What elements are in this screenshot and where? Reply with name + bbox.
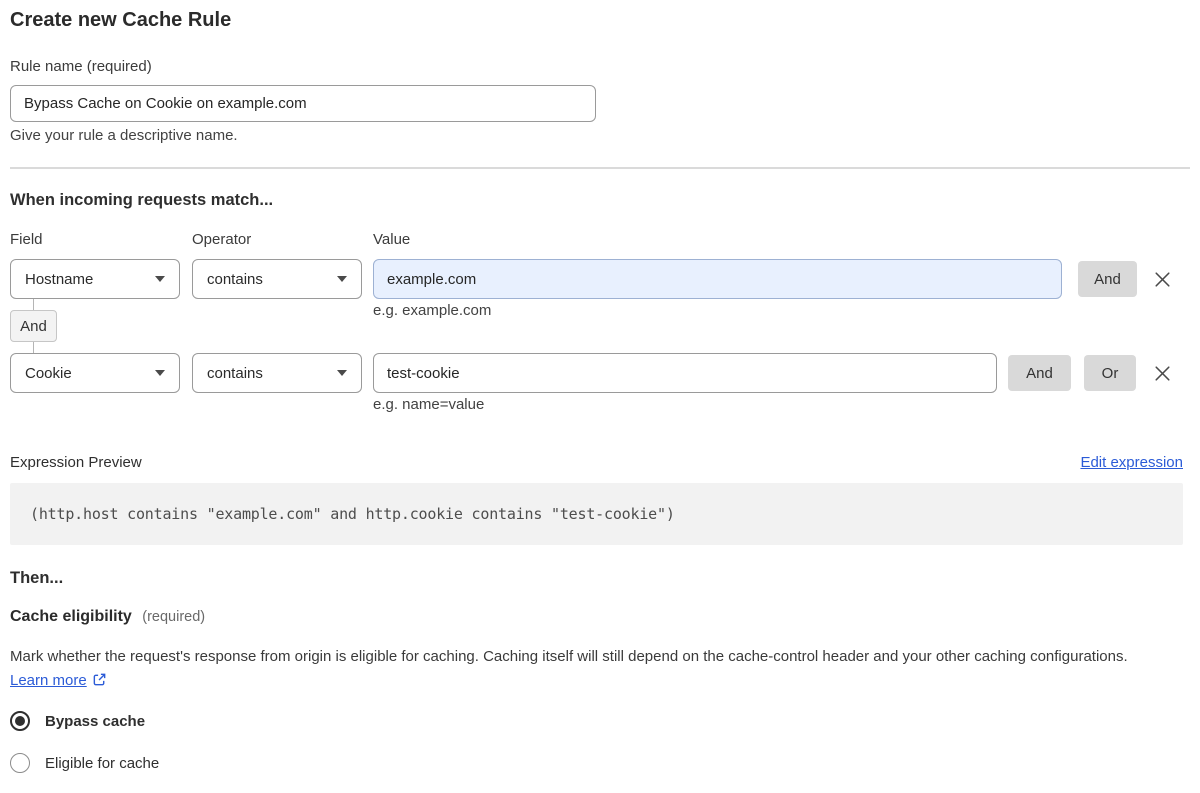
chevron-down-icon <box>337 370 347 376</box>
and-connector: And <box>10 310 57 342</box>
radio-option-bypass-cache[interactable]: Bypass cache <box>10 711 145 731</box>
radio-eligible-for-cache-label: Eligible for cache <box>45 754 160 772</box>
expression-code: (http.host contains "example.com" and ht… <box>30 505 675 523</box>
field-select-row1[interactable]: Hostname <box>10 259 180 299</box>
remove-condition-button-row2[interactable] <box>1150 362 1174 384</box>
connector-line-top <box>33 299 34 310</box>
add-and-condition-button-row2[interactable]: And <box>1008 355 1071 391</box>
rule-name-label: Rule name (required) <box>10 58 152 75</box>
radio-eligible-for-cache[interactable] <box>10 753 30 773</box>
connector-line-bottom <box>33 342 34 353</box>
edit-expression-link[interactable]: Edit expression <box>1080 454 1183 471</box>
learn-more-link[interactable]: Learn more <box>10 672 107 689</box>
learn-more-label: Learn more <box>10 672 87 689</box>
field-select-row2-value: Cookie <box>25 364 72 382</box>
external-link-icon <box>93 673 106 686</box>
section-divider <box>10 167 1190 169</box>
value-input-row2[interactable] <box>373 353 997 393</box>
description-text: Mark whether the request's response from… <box>10 648 1128 665</box>
radio-selected-dot <box>15 716 25 726</box>
cache-eligibility-heading: Cache eligibility (required) <box>10 608 205 626</box>
column-label-operator: Operator <box>192 231 252 248</box>
value-input-row1[interactable] <box>373 259 1062 299</box>
add-and-condition-button-row1[interactable]: And <box>1078 261 1137 297</box>
cache-eligibility-heading-text: Cache eligibility <box>10 608 132 625</box>
operator-select-row2[interactable]: contains <box>192 353 362 393</box>
operator-select-row1-value: contains <box>207 270 263 288</box>
rule-name-helper: Give your rule a descriptive name. <box>10 127 238 144</box>
radio-bypass-cache[interactable] <box>10 711 30 731</box>
value-hint-row2: e.g. name=value <box>373 396 485 413</box>
field-select-row1-value: Hostname <box>25 270 94 288</box>
chevron-down-icon <box>155 276 165 282</box>
remove-condition-button-row1[interactable] <box>1150 268 1174 290</box>
close-icon <box>1154 271 1170 287</box>
radio-bypass-cache-label: Bypass cache <box>45 712 146 730</box>
cache-eligibility-description: Mark whether the request's response from… <box>10 645 1165 693</box>
expression-code-block: (http.host contains "example.com" and ht… <box>10 483 1183 545</box>
close-icon <box>1154 365 1170 381</box>
chevron-down-icon <box>155 370 165 376</box>
then-heading: Then... <box>10 569 64 587</box>
page-title: Create new Cache Rule <box>10 9 232 31</box>
column-label-value: Value <box>373 231 411 248</box>
chevron-down-icon <box>337 276 347 282</box>
match-heading: When incoming requests match... <box>10 191 274 209</box>
operator-select-row2-value: contains <box>207 364 263 382</box>
column-label-field: Field <box>10 231 43 248</box>
operator-select-row1[interactable]: contains <box>192 259 362 299</box>
rule-name-input[interactable] <box>10 85 596 122</box>
value-hint-row1: e.g. example.com <box>373 302 492 319</box>
add-or-condition-button-row2[interactable]: Or <box>1084 355 1136 391</box>
expression-preview-label: Expression Preview <box>10 454 142 471</box>
field-select-row2[interactable]: Cookie <box>10 353 180 393</box>
create-cache-rule-page: Create new Cache Rule Rule name (require… <box>0 0 1200 793</box>
radio-option-eligible-for-cache[interactable]: Eligible for cache <box>10 753 159 773</box>
required-note: (required) <box>142 609 206 625</box>
